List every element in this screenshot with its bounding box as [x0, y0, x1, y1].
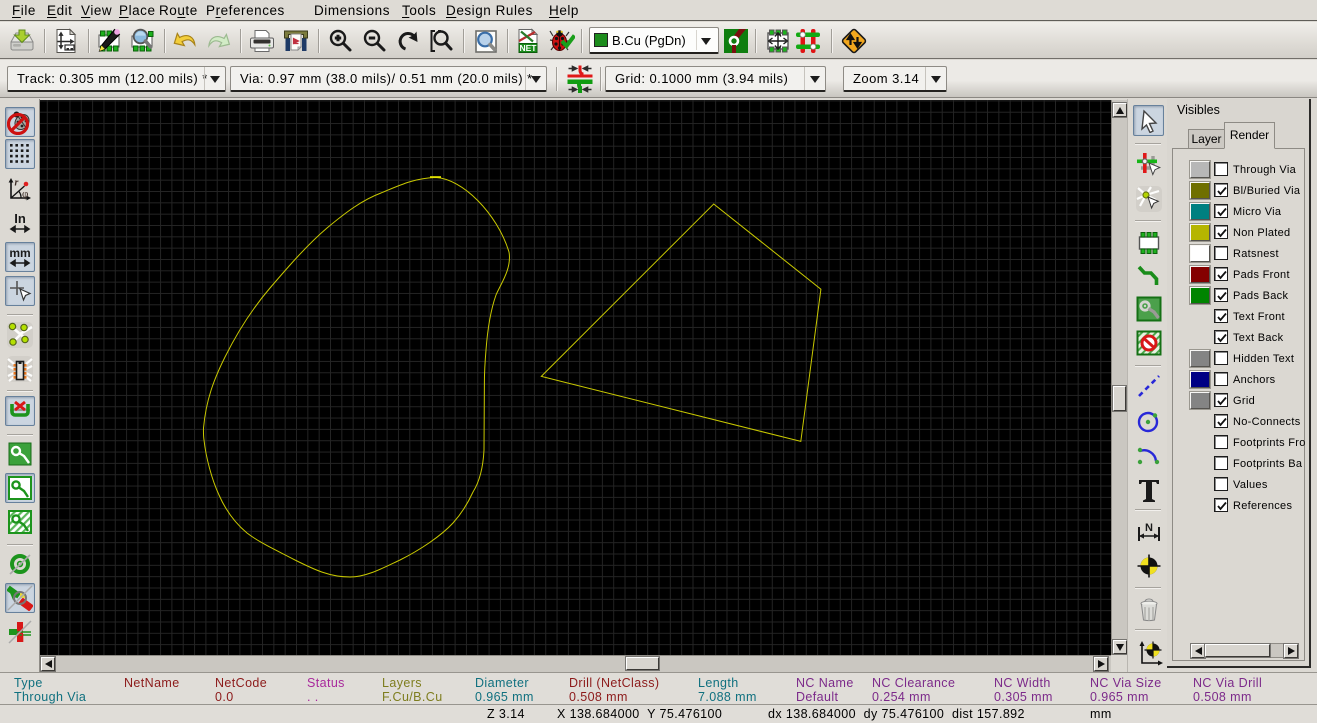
svg-text:N: N — [1145, 522, 1153, 534]
svg-text:NET: NET — [520, 43, 538, 53]
svg-text:r: r — [15, 178, 19, 189]
svg-text:In: In — [14, 211, 26, 226]
svg-text:mm: mm — [9, 246, 30, 260]
svg-text:φ: φ — [22, 188, 28, 200]
